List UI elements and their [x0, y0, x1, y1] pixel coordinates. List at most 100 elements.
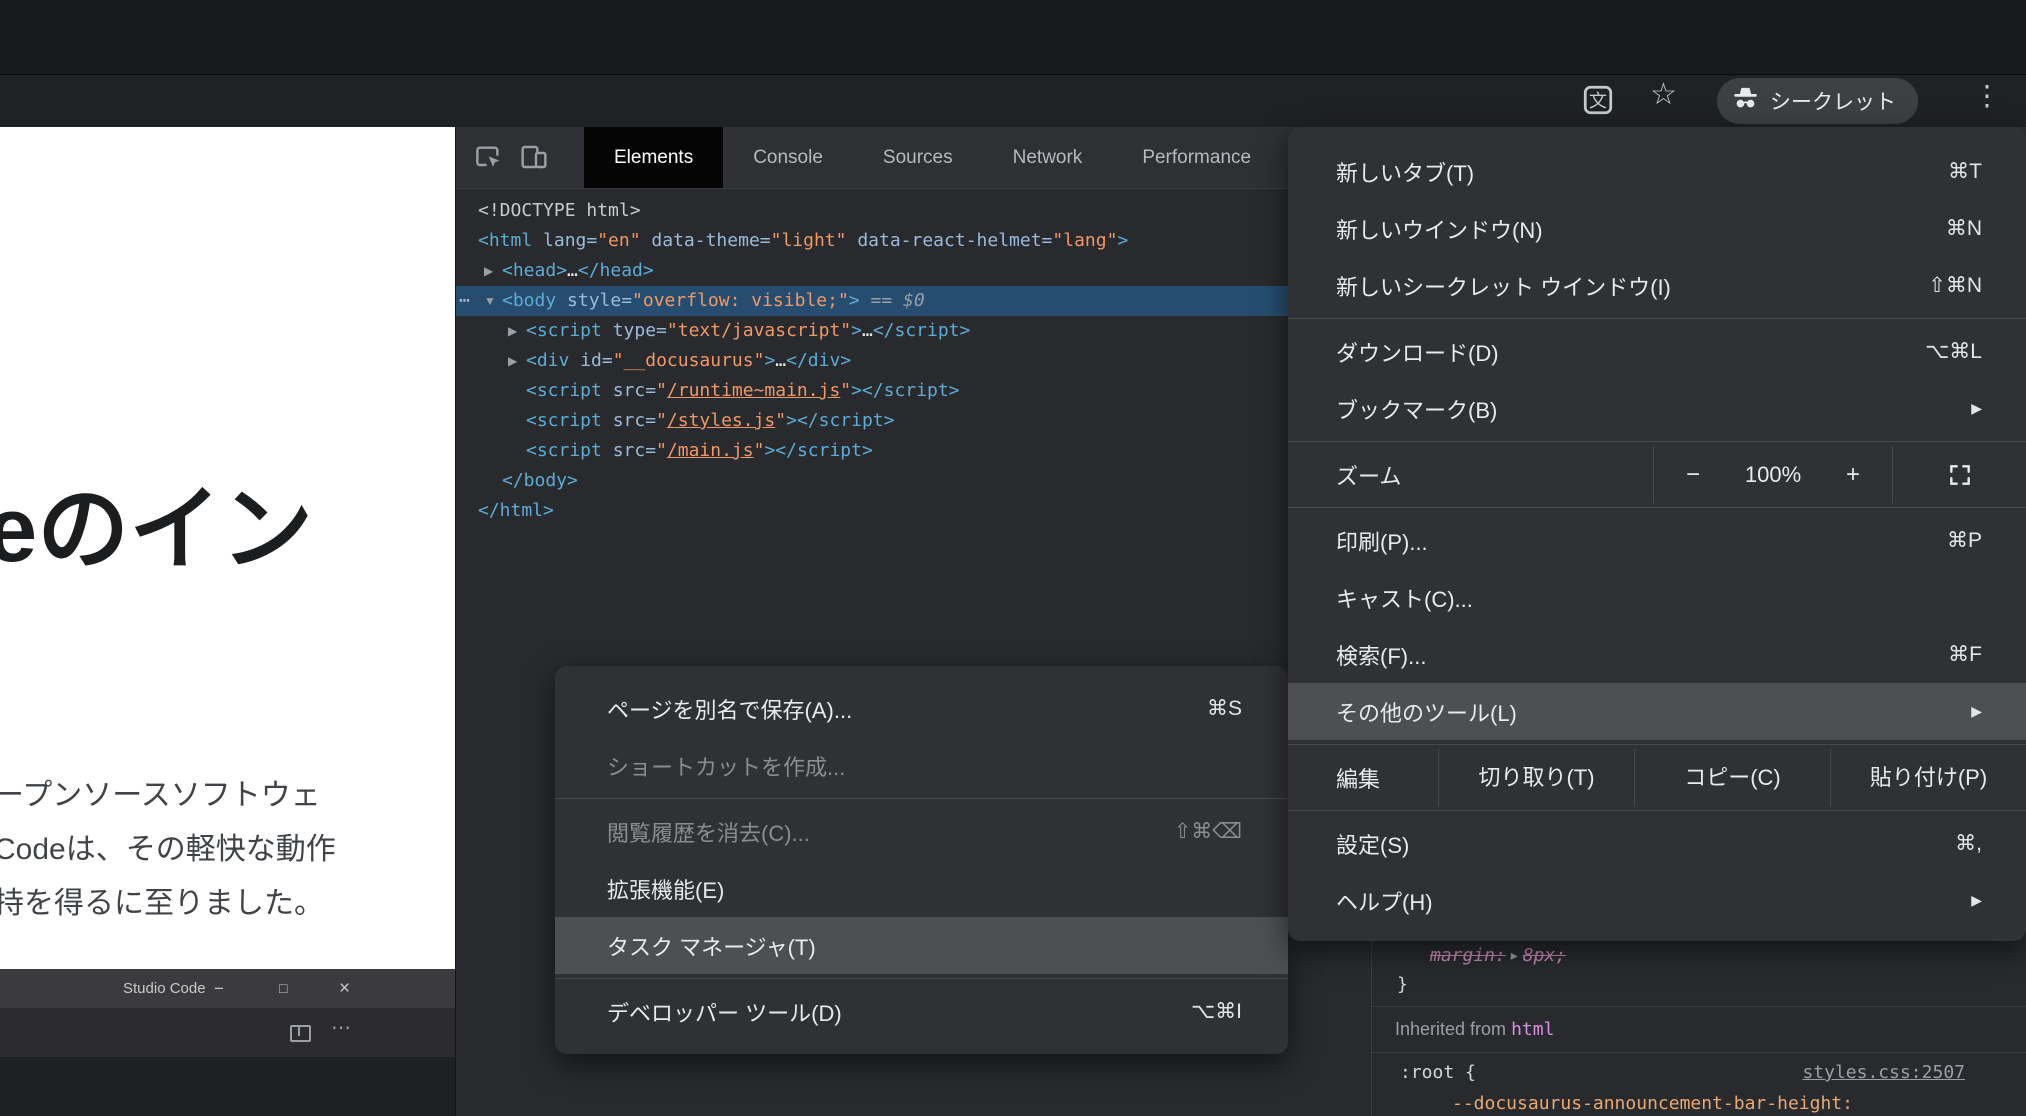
node-more-icon[interactable]: ⋯ [459, 286, 471, 316]
browser-toolbar: 文 ☆ シークレット ⋮ [0, 75, 2026, 127]
browser-menu-item[interactable]: キャスト(C)... [1288, 569, 2026, 626]
vscode-window-title: Studio Code [123, 969, 206, 1008]
expand-arrow-icon[interactable]: ▶ [508, 316, 526, 346]
inspect-element-icon[interactable] [472, 141, 504, 178]
browser-menu-item[interactable]: ダウンロード(D)⌥⌘L [1288, 323, 2026, 380]
code-token: /runtime~main.js [667, 380, 840, 401]
svg-text:文: 文 [1589, 91, 1607, 111]
translate-icon[interactable]: 文 [1580, 82, 1616, 123]
browser-menu-separator [1288, 318, 2026, 319]
menu-item-right: ⌘, [1955, 831, 1982, 856]
code-token: style= [556, 290, 632, 311]
menu-item-label: ヘルプ(H) [1336, 885, 1433, 917]
more-actions-icon: ⋯ [331, 1015, 351, 1040]
browser-menu-item[interactable]: 新しいシークレット ウインドウ(I)⇧⌘N [1288, 257, 2026, 314]
menu-item-right: ▶ [1971, 400, 1982, 417]
browser-menu-item[interactable]: ヘルプ(H) ▶ [1288, 872, 2026, 929]
menu-shortcut: ⇧⌘⌫ [1174, 819, 1242, 844]
expand-shorthand-icon[interactable]: ▸ [1506, 941, 1523, 971]
browser-menu: 新しいタブ(T)⌘T新しいウインドウ(N)⌘N新しいシークレット ウインドウ(I… [1288, 127, 2026, 941]
dom-node[interactable]: <html lang="en" data-theme="light" data-… [456, 226, 1371, 256]
more-tools-submenu-separator [555, 798, 1288, 799]
collapse-arrow-icon[interactable]: ▼ [484, 286, 502, 316]
code-token: "lang" [1052, 230, 1117, 251]
browser-menu-item[interactable]: 設定(S)⌘, [1288, 815, 2026, 872]
dom-node[interactable]: </body> [456, 466, 1371, 496]
code-token: <!DOCTYPE html> [478, 200, 641, 221]
vscode-editor-area: avaScript, Python, PHP, Azure, Docker... [0, 1057, 455, 1116]
menu-item-edit-row[interactable]: 編集切り取り(T)コピー(C)貼り付け(P) [1288, 749, 2026, 806]
zoom-in-button[interactable]: + [1814, 461, 1892, 489]
vscode-titlebar: Studio Code − □ × [0, 969, 455, 1008]
tab-performance[interactable]: Performance [1112, 127, 1281, 188]
browser-menu-item[interactable]: 検索(F)...⌘F [1288, 626, 2026, 683]
browser-menu-item[interactable]: 新しいタブ(T)⌘T [1288, 143, 2026, 200]
menu-shortcut: ⌘N [1946, 216, 1982, 241]
dom-node[interactable]: <script src="/runtime~main.js"></script> [456, 376, 1371, 406]
browser-menu-item[interactable]: 新しいウインドウ(N)⌘N [1288, 200, 2026, 257]
menu-item-label: 新しいシークレット ウインドウ(I) [1336, 270, 1671, 302]
tab-network[interactable]: Network [983, 127, 1113, 188]
device-toolbar-icon[interactable] [518, 141, 550, 178]
more-tools-submenu-item[interactable]: デベロッパー ツール(D) ⌥⌘I [555, 983, 1288, 1040]
browser-menu-item[interactable]: その他のツール(L)▶ [1288, 683, 2026, 740]
tab-console[interactable]: Console [723, 127, 853, 188]
menu-item-label: ダウンロード(D) [1336, 336, 1499, 368]
menu-item-label: デベロッパー ツール(D) [607, 996, 842, 1028]
maximize-icon: □ [279, 969, 287, 1008]
dom-node[interactable]: <!DOCTYPE html> [456, 196, 1371, 226]
browser-menu-item[interactable]: ブックマーク(B)▶ [1288, 380, 2026, 437]
code-token: > [764, 350, 775, 371]
browser-menu-dots-icon[interactable]: ⋮ [1973, 79, 2001, 112]
browser-window: 文 ☆ シークレット ⋮ eのイン ープンソースソフトウェ Codeは、その軽快… [0, 0, 2026, 1116]
code-token: ></script> [851, 380, 959, 401]
code-token: " [840, 380, 851, 401]
menu-item-label: その他のツール(L) [1336, 696, 1517, 728]
code-token: " [656, 440, 667, 461]
code-token: data-react-helmet= [846, 230, 1052, 251]
tab-strip [0, 0, 2026, 75]
dom-node-selected[interactable]: ⋯▼<body style="overflow: visible;"> == $… [456, 286, 1371, 316]
more-tools-submenu-item[interactable]: ページを別名で保存(A)...⌘S [555, 680, 1288, 737]
dom-node[interactable]: </html> [456, 496, 1371, 526]
code-token: " [656, 380, 667, 401]
code-token: src= [602, 410, 656, 431]
code-token: … [862, 320, 873, 341]
edit-label: 編集 [1336, 762, 1438, 794]
bookmark-star-icon[interactable]: ☆ [1650, 77, 1677, 112]
menu-item-right: ⌘S [1207, 696, 1242, 721]
dom-node[interactable]: ▶<div id="__docusaurus">…</div> [456, 346, 1371, 376]
edit-cut-button[interactable]: 切り取り(T) [1438, 749, 1634, 806]
submenu-arrow-icon: ▶ [1971, 400, 1982, 417]
code-token: </head> [578, 260, 654, 281]
browser-menu-separator [1288, 441, 2026, 442]
css-overridden-property[interactable]: margin:▸8px; [1430, 941, 1566, 971]
menu-item-label: 拡張機能(E) [607, 873, 724, 905]
dom-node[interactable]: <script src="/styles.js"></script> [456, 406, 1371, 436]
zoom-out-button[interactable]: − [1654, 461, 1732, 489]
edit-paste-button[interactable]: 貼り付け(P) [1830, 749, 2026, 806]
inherited-element-link[interactable]: html [1511, 1019, 1554, 1040]
code-token: /main.js [667, 440, 754, 461]
tab-sources[interactable]: Sources [853, 127, 983, 188]
code-token: ></script> [786, 410, 894, 431]
dom-node[interactable]: <script src="/main.js"></script> [456, 436, 1371, 466]
code-token: id= [569, 350, 612, 371]
submenu-arrow-icon: ▶ [1971, 892, 1982, 909]
menu-item-zoom[interactable]: ズーム−100%+ [1288, 446, 2026, 503]
edit-copy-button[interactable]: コピー(C) [1634, 749, 1830, 806]
menu-item-right: ⌥⌘I [1191, 999, 1242, 1024]
tab-elements[interactable]: Elements [584, 127, 723, 188]
more-tools-submenu-item[interactable]: 拡張機能(E) [555, 860, 1288, 917]
code-token: src= [602, 440, 656, 461]
code-token: " [656, 410, 667, 431]
fullscreen-icon[interactable] [1893, 462, 2026, 488]
stylesheet-source-link[interactable]: styles.css:2507 [1802, 1058, 1965, 1088]
dom-node[interactable]: ▶<script type="text/javascript">…</scrip… [456, 316, 1371, 346]
dom-node[interactable]: ▶<head>…</head> [456, 256, 1371, 286]
expand-arrow-icon[interactable]: ▶ [508, 346, 526, 376]
browser-menu-item[interactable]: 印刷(P)...⌘P [1288, 512, 2026, 569]
more-tools-submenu-item[interactable]: タスク マネージャ(T) [555, 917, 1288, 974]
page-heading: eのイン [0, 455, 313, 588]
expand-arrow-icon[interactable]: ▶ [484, 256, 502, 286]
